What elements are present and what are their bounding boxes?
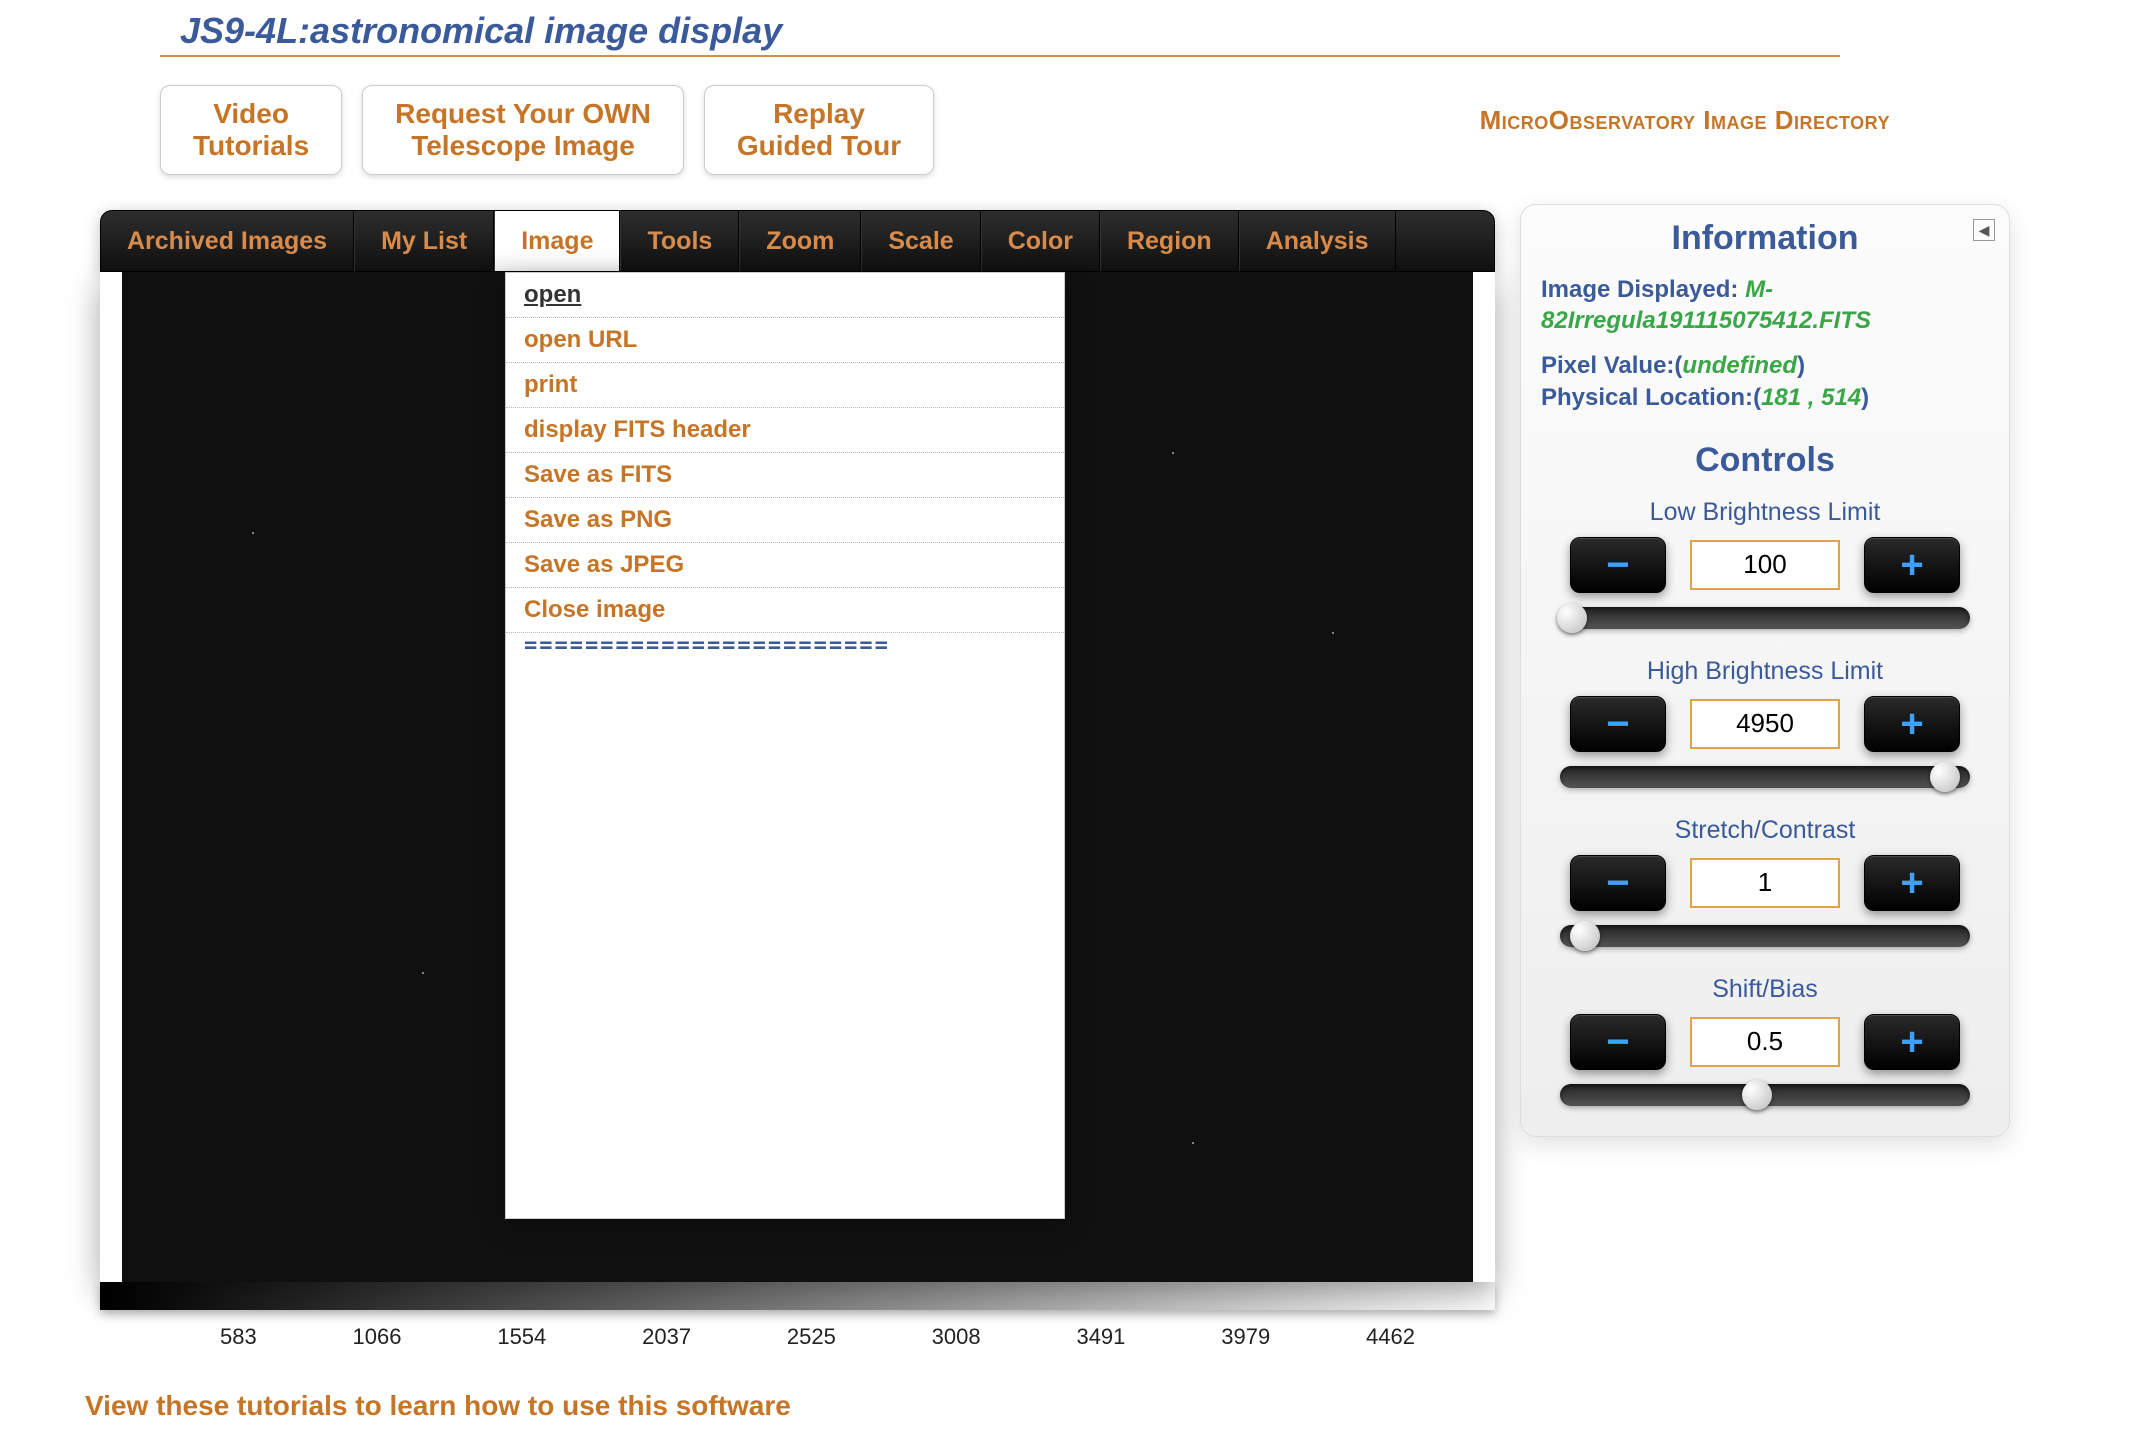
image-menu-save-as-png[interactable]: Save as PNG — [506, 498, 1064, 543]
control-high-brightness: High Brightness Limit − + — [1541, 657, 1989, 788]
stretch-slider[interactable] — [1560, 925, 1970, 947]
image-menu-save-as-jpeg[interactable]: Save as JPEG — [506, 543, 1064, 588]
scale-tick: 1554 — [497, 1324, 546, 1350]
info-image-displayed: Image Displayed: M-82Irregula19111507541… — [1541, 274, 1989, 336]
scale-tick: 583 — [220, 1324, 257, 1350]
control-label: High Brightness Limit — [1541, 657, 1989, 686]
menu-color[interactable]: Color — [981, 211, 1100, 271]
control-label: Stretch/Contrast — [1541, 816, 1989, 845]
menubar: Archived Images My List Image Tools Zoom… — [100, 210, 1495, 272]
image-menu-open[interactable]: open — [506, 273, 1064, 318]
scale-tick: 3008 — [932, 1324, 981, 1350]
stretch-input[interactable] — [1690, 858, 1840, 908]
scale-tick: 3979 — [1221, 1324, 1270, 1350]
menu-my-list[interactable]: My List — [354, 211, 494, 271]
slider-thumb[interactable] — [1930, 762, 1960, 792]
menu-scale[interactable]: Scale — [861, 211, 980, 271]
request-telescope-button[interactable]: Request Your OWN Telescope Image — [362, 85, 684, 175]
star — [252, 532, 254, 534]
scale-tick: 2037 — [642, 1324, 691, 1350]
info-loc-label: Physical Location: — [1541, 384, 1753, 411]
slider-thumb[interactable] — [1742, 1080, 1772, 1110]
star — [1172, 452, 1174, 454]
low-brightness-slider[interactable] — [1560, 607, 1970, 629]
bias-plus-button[interactable]: + — [1864, 1014, 1960, 1070]
info-image-label: Image Displayed: — [1541, 276, 1745, 303]
bias-slider[interactable] — [1560, 1084, 1970, 1106]
viewer: Archived Images My List Image Tools Zoom… — [100, 210, 1495, 1350]
low-brightness-plus-button[interactable]: + — [1864, 537, 1960, 593]
star — [1192, 1142, 1194, 1144]
info-loc-value: 181 , 514 — [1761, 384, 1861, 411]
image-menu-display-fits-header[interactable]: display FITS header — [506, 408, 1064, 453]
image-menu-print[interactable]: print — [506, 363, 1064, 408]
info-title: Information — [1541, 219, 1989, 258]
low-brightness-minus-button[interactable]: − — [1570, 537, 1666, 593]
bias-input[interactable] — [1690, 1017, 1840, 1067]
intensity-gradient-bar — [100, 1282, 1495, 1310]
menu-archived-images[interactable]: Archived Images — [101, 211, 354, 271]
stretch-plus-button[interactable]: + — [1864, 855, 1960, 911]
scale-ticks: 583 1066 1554 2037 2525 3008 3491 3979 4… — [100, 1310, 1495, 1350]
high-brightness-plus-button[interactable]: + — [1864, 696, 1960, 752]
menu-tools[interactable]: Tools — [620, 211, 739, 271]
image-menu-separator: ======================== — [506, 633, 1064, 658]
scale-tick: 2525 — [787, 1324, 836, 1350]
controls-title: Controls — [1541, 441, 1989, 480]
control-low-brightness: Low Brightness Limit − + — [1541, 498, 1989, 629]
image-directory-link[interactable]: MicroObservatory Image Directory — [1480, 105, 1890, 136]
stretch-minus-button[interactable]: − — [1570, 855, 1666, 911]
menu-zoom[interactable]: Zoom — [739, 211, 861, 271]
high-brightness-slider[interactable] — [1560, 766, 1970, 788]
replay-tour-button[interactable]: Replay Guided Tour — [704, 85, 934, 175]
image-menu-open-url[interactable]: open URL — [506, 318, 1064, 363]
low-brightness-input[interactable] — [1690, 540, 1840, 590]
slider-thumb[interactable] — [1570, 921, 1600, 951]
page-title: JS9-4L:astronomical image display — [180, 10, 782, 52]
star — [1332, 632, 1334, 634]
image-menu-save-as-fits[interactable]: Save as FITS — [506, 453, 1064, 498]
info-pixel-value: Pixel Value:(undefined) — [1541, 350, 1989, 381]
menu-region[interactable]: Region — [1100, 211, 1239, 271]
panel-collapse-icon[interactable]: ◀ — [1973, 219, 1995, 241]
bias-minus-button[interactable]: − — [1570, 1014, 1666, 1070]
control-label: Shift/Bias — [1541, 975, 1989, 1004]
high-brightness-input[interactable] — [1690, 699, 1840, 749]
tutorials-link[interactable]: View these tutorials to learn how to use… — [85, 1390, 791, 1422]
side-panel: ◀ Information Image Displayed: M-82Irreg… — [1520, 204, 2010, 1137]
title-underline — [160, 55, 1840, 57]
menu-image[interactable]: Image — [494, 211, 620, 271]
star — [422, 972, 424, 974]
video-tutorials-button[interactable]: Video Tutorials — [160, 85, 342, 175]
slider-thumb[interactable] — [1557, 603, 1587, 633]
control-stretch-contrast: Stretch/Contrast − + — [1541, 816, 1989, 947]
scale-tick: 3491 — [1076, 1324, 1125, 1350]
control-shift-bias: Shift/Bias − + — [1541, 975, 1989, 1106]
control-label: Low Brightness Limit — [1541, 498, 1989, 527]
high-brightness-minus-button[interactable]: − — [1570, 696, 1666, 752]
menu-analysis[interactable]: Analysis — [1239, 211, 1396, 271]
info-pixel-label: Pixel Value: — [1541, 352, 1674, 379]
image-menu-close-image[interactable]: Close image — [506, 588, 1064, 633]
scale-tick: 1066 — [353, 1324, 402, 1350]
info-physical-location: Physical Location:(181 , 514) — [1541, 382, 1989, 413]
scale-tick: 4462 — [1366, 1324, 1415, 1350]
info-pixel-value-text: undefined — [1682, 352, 1797, 379]
image-dropdown: open open URL print display FITS header … — [505, 272, 1065, 1219]
header-buttons: Video Tutorials Request Your OWN Telesco… — [160, 85, 934, 175]
